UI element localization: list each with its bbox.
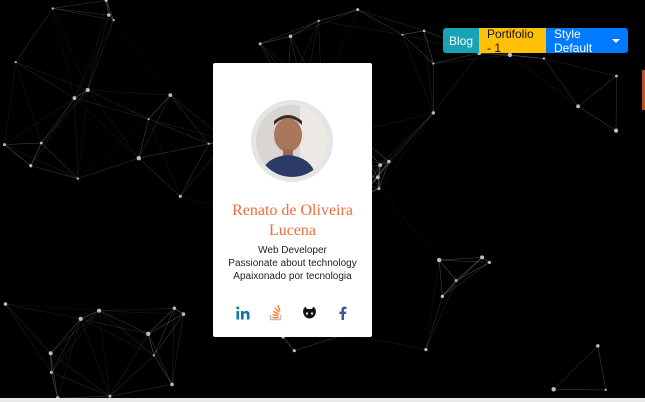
profile-name: Renato de Oliveira Lucena: [232, 202, 353, 239]
linkedin-icon[interactable]: [235, 305, 251, 321]
portfolio-button[interactable]: Portifolio - 1: [479, 27, 546, 55]
blog-button[interactable]: Blog: [443, 28, 479, 53]
profile-tagline-pt: Apaixonado por tecnologia: [233, 271, 352, 282]
window-bottom-bar: [0, 398, 645, 402]
avatar-photo: [256, 105, 328, 177]
style-dropdown-button[interactable]: Style Default: [546, 26, 628, 55]
avatar: [251, 100, 333, 182]
top-nav: Blog Portifolio - 1 Style Default: [443, 26, 628, 55]
profile-tagline-en: Passionate about technology: [228, 258, 357, 269]
profile-description: Web Developer Passionate about technolog…: [213, 244, 372, 283]
style-dropdown-label: Style Default: [554, 26, 593, 55]
social-links: [213, 305, 372, 321]
facebook-icon[interactable]: [334, 305, 350, 321]
profile-role: Web Developer: [258, 245, 327, 256]
caret-down-icon: [612, 38, 620, 43]
profile-card: Renato de Oliveira Lucena Web Developer …: [213, 63, 372, 337]
github-icon[interactable]: [301, 305, 317, 321]
stackoverflow-icon[interactable]: [268, 305, 284, 321]
